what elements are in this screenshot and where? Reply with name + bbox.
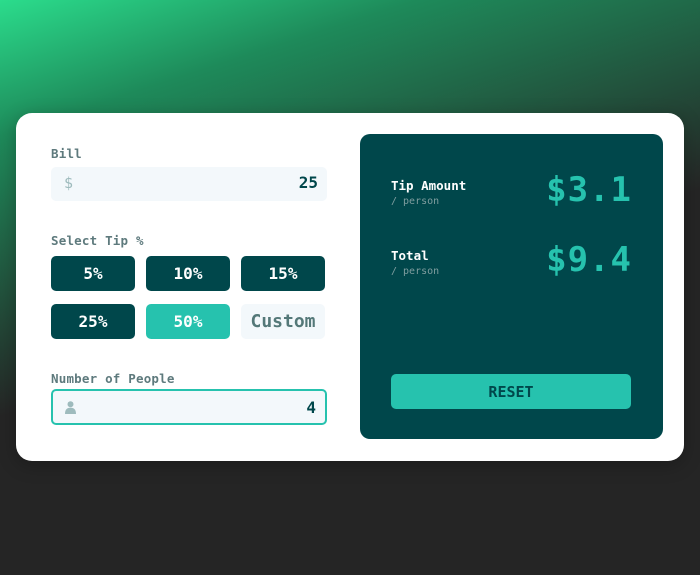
- tip-button-50[interactable]: 50%: [146, 304, 230, 339]
- tip-amount-label: Tip Amount: [391, 178, 467, 193]
- people-input[interactable]: 4: [51, 389, 327, 425]
- custom-tip-input[interactable]: Custom: [241, 304, 325, 339]
- total-value: $9.4: [546, 240, 632, 280]
- tip-button-15[interactable]: 15%: [241, 256, 325, 291]
- dollar-icon: $: [64, 174, 74, 192]
- tip-button-5[interactable]: 5%: [51, 256, 135, 291]
- people-label: Number of People: [51, 371, 175, 386]
- bill-value: 25: [298, 173, 318, 192]
- select-tip-label: Select Tip %: [51, 233, 144, 248]
- tip-button-10[interactable]: 10%: [146, 256, 230, 291]
- results-panel: Tip Amount / person $3.1 Total / person …: [360, 134, 663, 439]
- total-label: Total: [391, 248, 429, 263]
- tip-amount-sub: / person: [391, 196, 440, 207]
- tip-amount-value: $3.1: [546, 170, 632, 210]
- person-icon: [65, 400, 76, 418]
- reset-button[interactable]: RESET: [391, 374, 631, 409]
- tip-button-25[interactable]: 25%: [51, 304, 135, 339]
- people-value: 4: [306, 398, 316, 417]
- tip-calculator-card: Bill $ 25 Select Tip % 5% 10% 15% 25% 50…: [16, 113, 684, 461]
- bill-label: Bill: [51, 146, 82, 161]
- bill-input[interactable]: $ 25: [51, 167, 327, 201]
- total-sub: / person: [391, 266, 440, 277]
